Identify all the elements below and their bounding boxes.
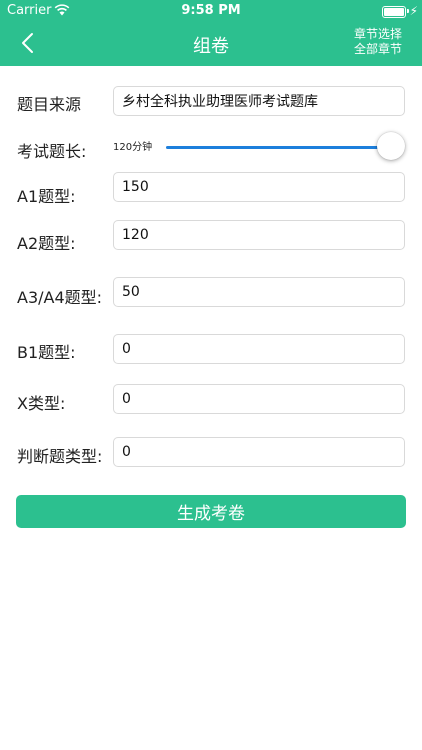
b1-input[interactable] (113, 334, 405, 364)
battery-icon (382, 6, 406, 18)
chapter-select-label: 章节选择 (353, 27, 402, 41)
duration-value: 120分钟 (113, 142, 153, 153)
duration-label: 考试题长: (17, 142, 87, 161)
status-time: 9:58 PM (181, 3, 241, 18)
source-label: 题目来源 (17, 95, 82, 114)
source-input[interactable] (113, 86, 405, 116)
x-input[interactable] (113, 384, 405, 414)
nav-bar: 组卷 章节选择 全部章节 (0, 22, 422, 66)
judge-input[interactable] (113, 437, 405, 467)
a3a4-input[interactable] (113, 277, 405, 307)
generate-exam-button[interactable]: 生成考卷 (16, 495, 406, 528)
chapter-select-button[interactable]: 章节选择 全部章节 (354, 27, 402, 57)
judge-label: 判断题类型: (17, 447, 103, 466)
a1-input[interactable] (113, 172, 405, 202)
a1-label: A1题型: (17, 187, 76, 206)
a3a4-label: A3/A4题型: (17, 288, 103, 307)
status-bar: Carrier 9:58 PM ⚡ (0, 0, 422, 22)
current-chapter-label: 全部章节 (353, 42, 402, 56)
duration-slider-track[interactable] (166, 146, 380, 149)
duration-slider-thumb[interactable] (377, 132, 405, 160)
a2-input[interactable] (113, 220, 405, 250)
header: Carrier 9:58 PM ⚡ 组卷 章节选择 全部章节 (0, 0, 422, 66)
charging-bolt-icon: ⚡ (409, 4, 418, 18)
x-label: X类型: (17, 394, 66, 413)
b1-label: B1题型: (17, 343, 76, 362)
a2-label: A2题型: (17, 234, 76, 253)
